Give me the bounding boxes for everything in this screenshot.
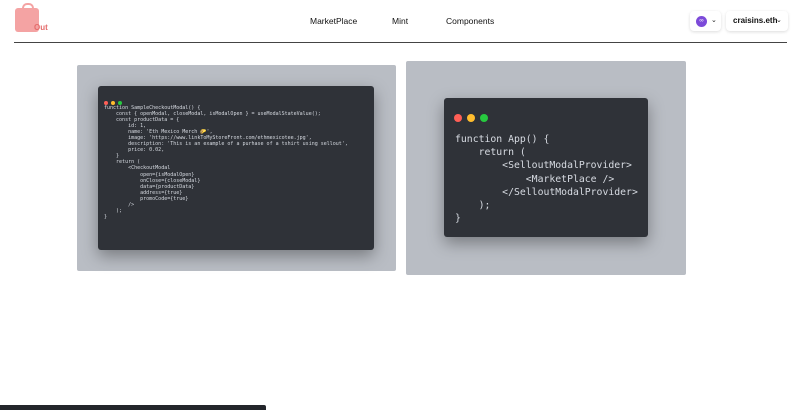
code-block: function SampleCheckoutModal() { const {… xyxy=(104,105,348,220)
close-window-icon xyxy=(454,114,462,122)
account-name: craisins.eth xyxy=(733,16,778,25)
polygon-icon: ∞ xyxy=(696,16,707,27)
nav-marketplace[interactable]: MarketPlace xyxy=(310,16,357,26)
code-preview-card: function App() { return ( <SelloutModalP… xyxy=(406,61,686,275)
chevron-down-icon: ⌄ xyxy=(776,17,782,24)
code-block: function App() { return ( <SelloutModalP… xyxy=(455,133,638,225)
code-editor-window: function App() { return ( <SelloutModalP… xyxy=(444,98,648,237)
window-controls xyxy=(454,109,493,127)
chevron-down-icon: ⌄ xyxy=(711,17,717,24)
maximize-window-icon xyxy=(480,114,488,122)
top-header: Out MarketPlace Mint Components ∞ ⌄ crai… xyxy=(0,0,806,42)
code-editor-window: function SampleCheckoutModal() { const {… xyxy=(98,86,374,250)
code-line: return ( xyxy=(455,147,526,159)
nav-components[interactable]: Components xyxy=(446,16,494,26)
account-button[interactable]: craisins.eth ⌄ xyxy=(726,11,788,31)
nav-mint[interactable]: Mint xyxy=(392,16,408,26)
code-line: function App() { xyxy=(455,134,550,145)
code-preview-card: function SampleCheckoutModal() { const {… xyxy=(77,65,396,271)
minimize-window-icon xyxy=(467,114,475,122)
code-line: } xyxy=(104,213,108,220)
header-divider xyxy=(14,42,787,43)
code-line: ); xyxy=(455,200,491,212)
sellout-logo[interactable]: Out xyxy=(14,3,54,34)
logo-text: Out xyxy=(34,23,48,32)
browser-status-bar xyxy=(0,405,266,410)
code-line: <SelloutModalProvider> xyxy=(455,160,632,172)
code-line: } xyxy=(455,213,461,225)
code-line: </SelloutModalProvider> xyxy=(455,186,638,198)
code-line: <MarketPlace /> xyxy=(455,173,615,185)
network-selector-button[interactable]: ∞ ⌄ xyxy=(690,11,721,31)
